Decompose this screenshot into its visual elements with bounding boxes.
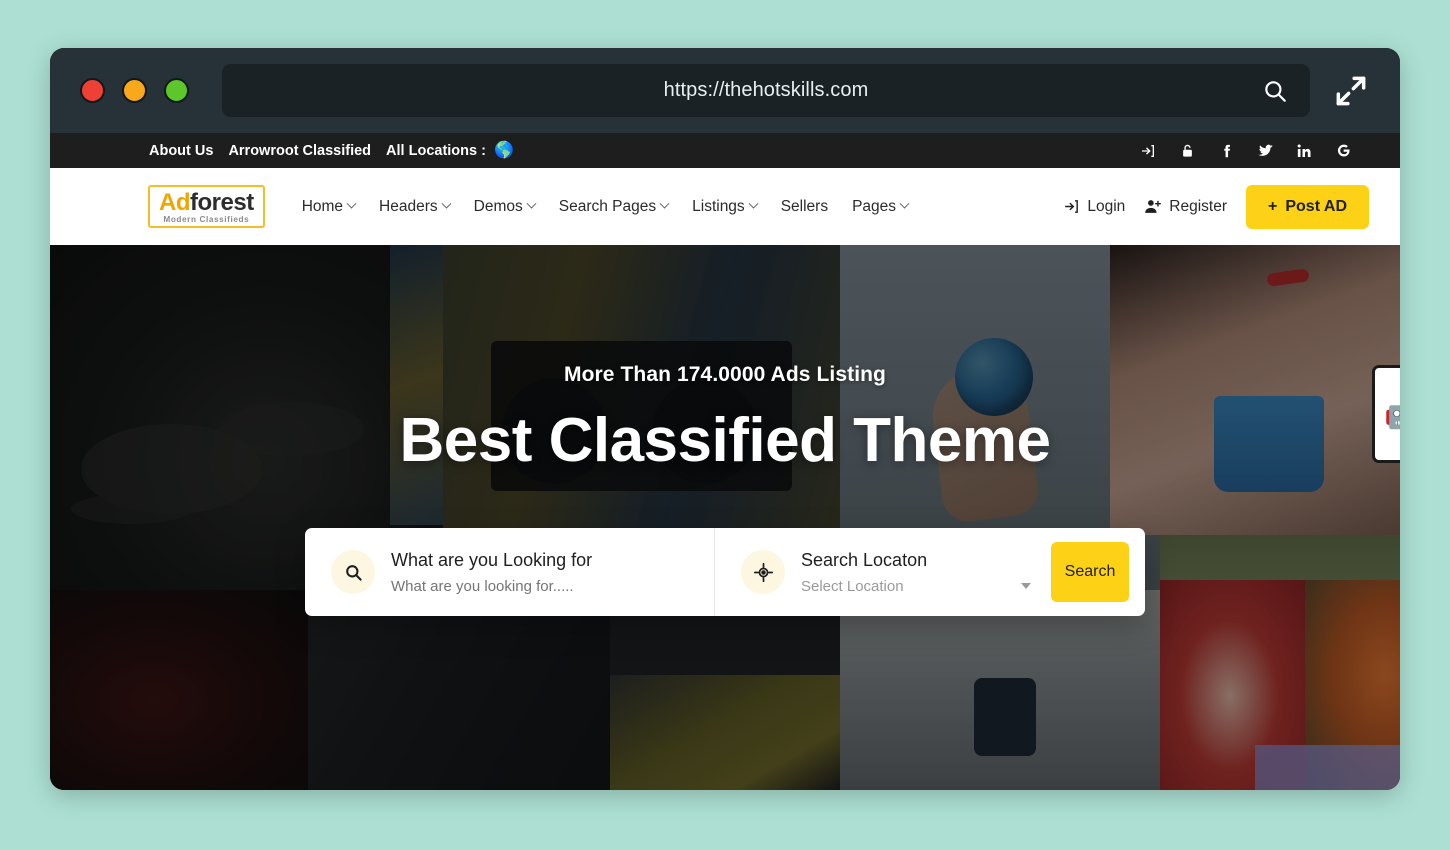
search-location-label: Search Locaton: [801, 549, 928, 570]
chevron-down-icon: [659, 198, 670, 209]
nav-item-sellers[interactable]: Sellers: [781, 198, 828, 216]
facebook-icon[interactable]: [1217, 142, 1235, 160]
post-ad-label: Post AD: [1285, 197, 1347, 215]
browser-window: https://thehotskills.com About Us Arrowr…: [50, 48, 1400, 790]
nav-menu: Home Headers Demos Search Pages Listings…: [301, 197, 910, 216]
nav-label-headers: Headers: [379, 197, 438, 215]
register-button[interactable]: Register: [1144, 198, 1227, 216]
hero-title: Best Classified Theme: [399, 406, 1051, 475]
topbar-link-arrowroot-classified[interactable]: Arrowroot Classified: [228, 143, 371, 159]
chevron-down-icon: [346, 198, 357, 209]
logo-tagline: Modern Classifieds: [163, 214, 250, 224]
nav-label-listings: Listings: [692, 197, 745, 215]
hero-subtitle: More Than 174.0000 Ads Listing: [564, 363, 886, 386]
user-plus-icon: [1145, 200, 1162, 213]
search-location-value: Select Location: [801, 577, 904, 595]
search-keyword-input[interactable]: [391, 577, 691, 595]
login-label: Login: [1087, 197, 1126, 215]
nav-label-search-pages: Search Pages: [558, 197, 657, 215]
logo-text-ad: Ad: [159, 188, 191, 216]
nav-item-demos[interactable]: Demos: [473, 197, 537, 216]
window-controls: [80, 78, 189, 103]
login-button[interactable]: Login: [1063, 198, 1125, 216]
search-icon: [331, 550, 375, 594]
nav-item-headers[interactable]: Headers: [379, 197, 452, 216]
signin-icon: [1065, 200, 1079, 213]
twitter-icon[interactable]: [1256, 142, 1274, 160]
main-navbar: Adforest Modern Classifieds Home Headers…: [50, 168, 1400, 245]
chevron-down-icon: [441, 198, 452, 209]
nav-label-sellers: Sellers: [780, 197, 829, 215]
logo-text-forest: forest: [190, 188, 254, 216]
search-icon[interactable]: [1262, 78, 1288, 104]
search-location-field[interactable]: Search Locaton Select Location: [715, 528, 1051, 616]
all-locations[interactable]: All Locations : 🌎: [386, 141, 514, 159]
search-location-select[interactable]: Select Location: [801, 578, 1031, 595]
chevron-down-icon: [899, 198, 910, 209]
linkedin-icon[interactable]: [1295, 142, 1313, 160]
nav-label-pages: Pages: [852, 197, 897, 215]
post-ad-button[interactable]: + Post AD: [1246, 184, 1369, 229]
maximize-button[interactable]: [164, 78, 189, 103]
hero-content: More Than 174.0000 Ads Listing Best Clas…: [50, 245, 1400, 790]
site-top-strip: About Us Arrowroot Classified All Locati…: [50, 133, 1400, 168]
topbar-links: About Us Arrowroot Classified All Locati…: [149, 141, 514, 159]
nav-item-search-pages[interactable]: Search Pages: [558, 197, 670, 216]
close-button[interactable]: [80, 78, 105, 103]
topbar-link-about-us[interactable]: About Us: [149, 143, 213, 159]
google-icon[interactable]: [1334, 142, 1352, 160]
url-text: https://thehotskills.com: [663, 79, 869, 101]
plus-icon: +: [1268, 197, 1278, 215]
crosshair-location-icon: [741, 550, 785, 594]
nav-label-home: Home: [301, 197, 344, 215]
nav-actions: Login Register + Post AD: [1063, 184, 1369, 229]
browser-chrome-bar: https://thehotskills.com: [50, 48, 1400, 133]
nav-label-demos: Demos: [473, 197, 523, 215]
nav-item-listings[interactable]: Listings: [692, 197, 759, 216]
url-bar[interactable]: https://thehotskills.com: [222, 64, 1310, 117]
hero-search-panel: What are you Looking for What are you lo…: [305, 528, 1145, 616]
chevron-down-icon: [748, 198, 759, 209]
search-keyword-label: What are you Looking for: [391, 549, 593, 570]
site-logo[interactable]: Adforest Modern Classifieds: [148, 184, 265, 229]
topbar-social-icons: [1139, 142, 1352, 160]
globe-icon: 🌎: [493, 141, 514, 159]
register-label: Register: [1169, 197, 1228, 215]
chevron-down-icon: [526, 198, 537, 209]
search-submit-button[interactable]: Search: [1051, 542, 1129, 602]
chevron-down-icon: [1021, 583, 1031, 589]
signin-icon[interactable]: [1139, 142, 1157, 160]
nav-item-home[interactable]: Home: [301, 197, 357, 216]
expand-arrows-icon[interactable]: [1332, 72, 1370, 110]
all-locations-label: All Locations :: [386, 142, 486, 159]
hero-section: 🤖 More Than 174.0000 Ads Listing Best Cl…: [50, 245, 1400, 790]
nav-item-pages[interactable]: Pages: [852, 197, 910, 216]
logo-wordmark: Adforest: [159, 188, 254, 216]
lock-icon[interactable]: [1178, 142, 1196, 160]
search-keyword-field[interactable]: What are you Looking for: [305, 528, 715, 616]
minimize-button[interactable]: [122, 78, 147, 103]
